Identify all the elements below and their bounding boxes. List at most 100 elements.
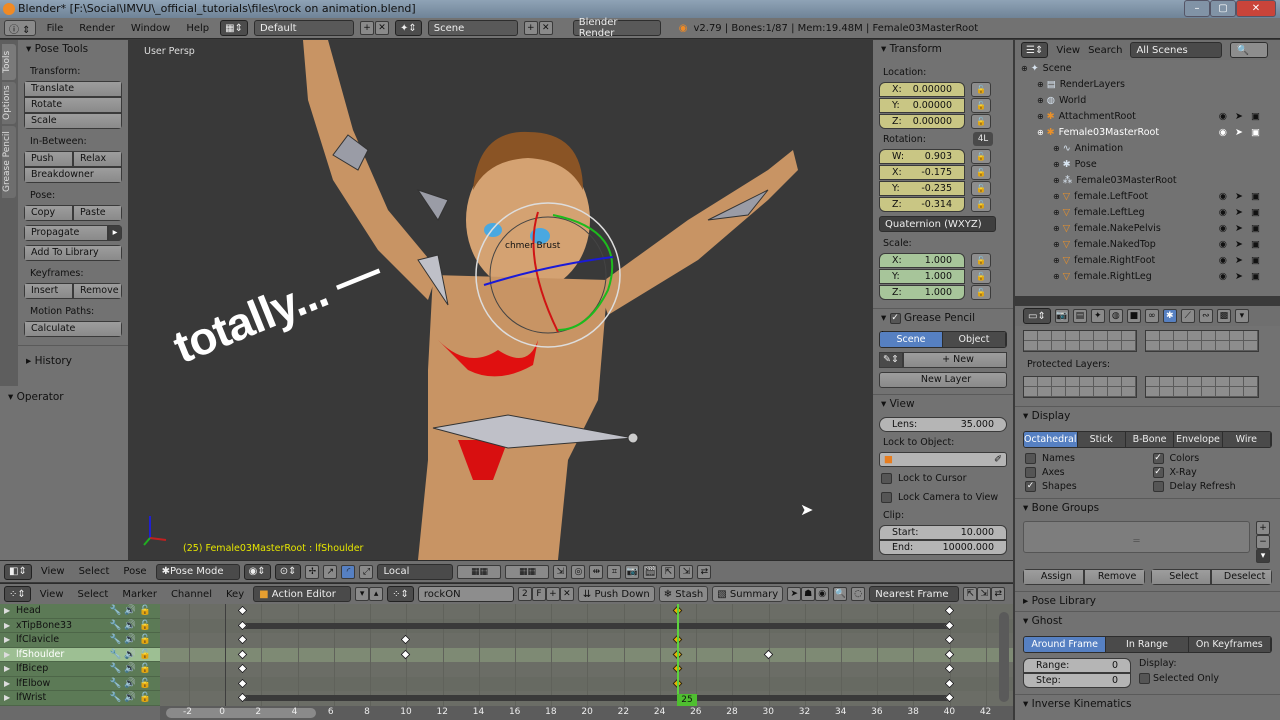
ghost-mode-in-range[interactable]: In Range [1106,637,1189,652]
menu-help[interactable]: Help [181,23,214,34]
expand-toggle-icon[interactable]: ⊕ [1053,224,1060,233]
rotation-mode-select[interactable]: Quaternion (WXYZ) [879,216,996,232]
rotation-y-field[interactable]: Y: -0.235 [879,181,965,196]
lock-icon[interactable]: 🔓 [971,114,991,129]
paste-pose-button[interactable]: Paste [73,205,122,221]
bone-group-deselect-button[interactable]: Deselect [1211,569,1272,585]
display-mode-b-bone[interactable]: B-Bone [1125,432,1175,447]
display-mode-stick[interactable]: Stick [1077,432,1126,447]
lock-icon[interactable]: 🔓 [971,269,991,284]
selected-only-box[interactable] [1139,673,1150,684]
expand-toggle-icon[interactable]: ⊕ [1053,208,1060,217]
bone-constraints-tab-icon[interactable]: ∾ [1198,309,1213,323]
action-browse-icon[interactable]: ⁘⇕ [387,586,414,602]
renderability-camera-icon[interactable]: ▣ [1251,191,1268,202]
expand-arrow-icon[interactable]: ▶ [4,619,10,633]
action-users-count[interactable]: 2 [517,587,532,601]
constraints-tab-icon[interactable]: ∞ [1144,309,1159,323]
insert-keyframe-button[interactable]: Insert [24,283,73,299]
modifier-wrench-icon[interactable]: 🔧 [109,605,124,616]
channel-row[interactable]: ▶ lfBicep 🔧🔊🔓 [0,662,160,677]
visibility-eye-icon[interactable]: ◉ [1219,191,1235,202]
checkbox-box[interactable] [1152,481,1164,492]
rotation-w-field[interactable]: W: 0.903 [879,149,965,164]
propagate-menu-arrow[interactable]: ▸ [108,225,122,241]
summary-toggle[interactable]: ▧ Summary [712,586,784,602]
bone-group-select-button[interactable]: Select [1150,569,1212,585]
checkbox-box[interactable]: ✓ [1152,467,1164,478]
grease-pencil-icon[interactable]: ✎⇕ [879,352,903,368]
tab-grease-pencil[interactable]: Grease Pencil [2,126,16,198]
channel-row[interactable]: ▶ lfWrist 🔧🔊🔓 [0,691,160,706]
eyedropper-icon[interactable]: ✐ [994,453,1002,466]
selectability-cursor-icon[interactable]: ➤ [1235,271,1251,282]
3d-menu-select[interactable]: Select [74,566,115,577]
viewport-shading-icon[interactable]: ◉⇕ [243,563,271,580]
transform-orientation-select[interactable]: Local [377,563,454,580]
checkbox-names[interactable]: Names [1025,453,1153,464]
clip-start-field[interactable]: Start: 10.000 [879,525,1007,540]
lock-icon[interactable]: 🔓 [139,634,154,645]
lock-icon[interactable]: 🔓 [971,197,991,212]
add-to-library-button[interactable]: Add To Library [24,245,122,261]
maximize-button[interactable]: ▢ [1210,0,1236,17]
frame-ruler[interactable]: -2 0 2 4 6 8 10 12 14 16 18 20 22 24 26 28 30 32 34 36 38 40 4… [160,706,1013,720]
visibility-eye-icon[interactable]: ◉ [1219,239,1235,250]
selectability-cursor-icon[interactable]: ➤ [1235,127,1251,138]
paste-pose-icon[interactable]: ⇲ [679,564,694,579]
channel-row[interactable]: ▶ lfShoulder 🔧🔊🔓 [0,647,160,662]
visibility-eye-icon[interactable]: ◉ [1219,127,1235,138]
selectability-cursor-icon[interactable]: ➤ [1235,223,1251,234]
lock-cursor-box[interactable] [881,473,892,484]
ds-menu-channel[interactable]: Channel [166,589,217,600]
ds-menu-key[interactable]: Key [221,589,249,600]
outliner-editor-type-icon[interactable]: ☰⇕ [1021,42,1049,58]
ghost-step-field[interactable]: Step: 0 [1023,673,1131,688]
new-action-icon[interactable]: + [545,587,560,601]
scale-x-field[interactable]: X: 1.000 [879,253,965,268]
outliner-item[interactable]: ⊕ ∿ Animation [1015,141,1280,157]
remove-layout-icon[interactable]: ✕ [374,21,389,35]
expand-arrow-icon[interactable]: ▶ [4,604,10,618]
add-layout-icon[interactable]: + [359,21,374,35]
mute-speaker-icon[interactable]: 🔊 [124,692,139,703]
outliner-search-field[interactable]: 🔍 [1230,42,1269,58]
modifier-wrench-icon[interactable]: 🔧 [109,692,124,703]
add-bone-group-icon[interactable]: + [1256,521,1270,535]
outliner-item[interactable]: ⊕ ✱ Pose [1015,157,1280,173]
ds-menu-view[interactable]: View [35,589,69,600]
show-hidden-icon[interactable]: ☗ [801,587,816,601]
display-panel-header[interactable]: ▾ Display [1015,407,1280,425]
proportional-edit-icon[interactable]: ◎ [571,564,586,579]
scene-field[interactable]: Scene [427,20,518,36]
tab-options[interactable]: Options [2,82,16,124]
physics-tab-icon[interactable]: ▾ [1234,309,1249,323]
bone-groups-list[interactable]: ═ [1023,521,1250,553]
current-frame-line[interactable] [676,604,679,706]
visibility-eye-icon[interactable]: ◉ [1219,271,1235,282]
dopesheet-timeline[interactable]: 25 -2 0 2 4 6 8 10 12 14 16 18 20 22 24 26 28 30 32 34 36 38 4… [160,604,1013,720]
scene-layers-a[interactable]: ▦▦ [457,564,502,579]
pivot-point-icon[interactable]: ⊙⇕ [274,563,302,580]
expand-toggle-icon[interactable]: ⊕ [1053,160,1060,169]
grease-pencil-layers-header[interactable]: ▾ ✓ Grease Pencil Layers [873,309,1013,342]
layers-grid-a[interactable] [1023,330,1137,352]
texture-tab-icon[interactable]: ▩ [1216,309,1231,323]
dopesheet-editor-type-icon[interactable]: ⁘⇕ [4,586,31,602]
grease-new-button[interactable]: + New [903,352,1007,368]
modifier-wrench-icon[interactable]: 🔧 [109,663,124,674]
expand-arrow-icon[interactable]: ▶ [4,648,10,662]
current-frame-indicator[interactable]: 25 [676,694,697,706]
expand-toggle-icon[interactable]: ⊕ [1053,192,1060,201]
menu-render[interactable]: Render [74,23,120,34]
checkbox-x-ray[interactable]: ✓ X-Ray [1152,467,1280,478]
scene-layers-b[interactable]: ▦▦ [505,564,550,579]
expand-arrow-icon[interactable]: ▶ [4,662,10,676]
renderability-camera-icon[interactable]: ▣ [1251,271,1268,282]
3d-menu-view[interactable]: View [36,566,70,577]
lock-camera-checkbox[interactable]: Lock Camera to View [881,492,1013,503]
world-tab-icon[interactable]: ◍ [1108,309,1123,323]
selectability-cursor-icon[interactable]: ➤ [1235,191,1251,202]
inverse-kinematics-header[interactable]: ▾ Inverse Kinematics [1015,695,1280,713]
renderability-camera-icon[interactable]: ▣ [1251,111,1268,122]
